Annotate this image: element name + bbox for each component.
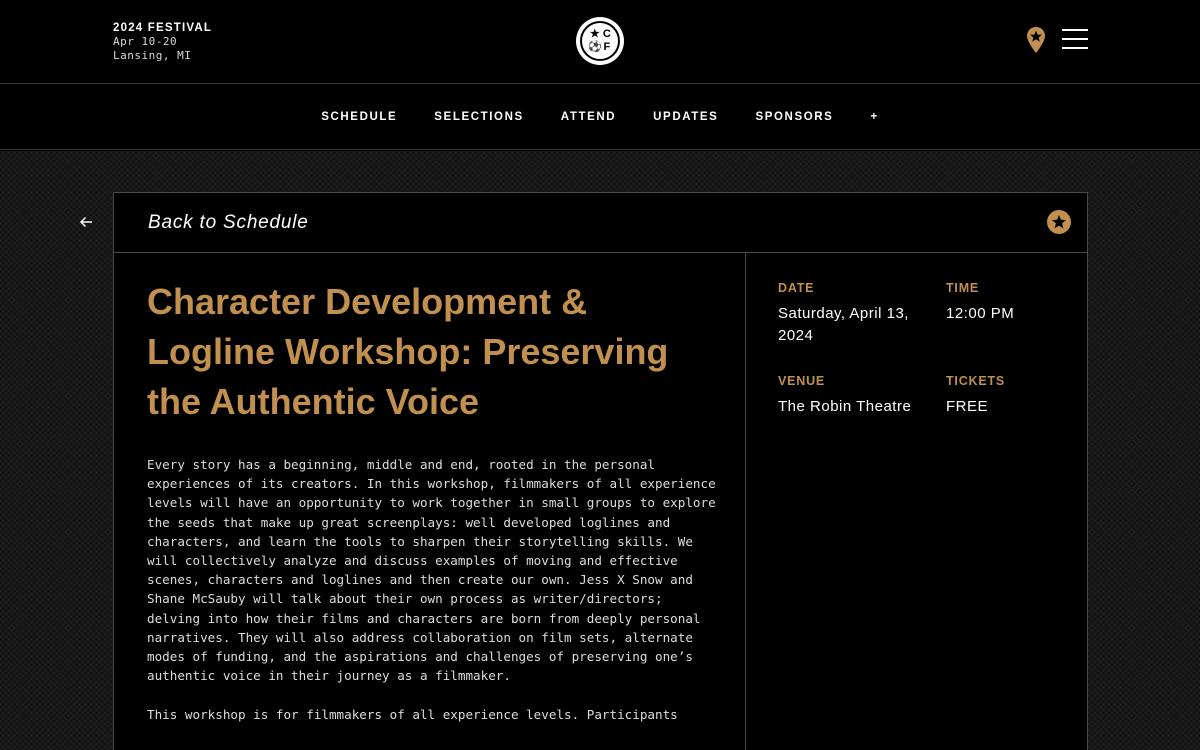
event-card: Back to Schedule Character Development &… — [113, 192, 1088, 750]
hamburger-line — [1062, 47, 1088, 49]
main-nav: SCHEDULE SELECTIONS ATTEND UPDATES SPONS… — [0, 84, 1200, 150]
logo-letter-f: F — [603, 41, 611, 53]
festival-title: 2024 FESTIVAL — [113, 22, 213, 34]
meta-time: TIME 12:00 PM — [946, 281, 1066, 325]
festival-info: 2024 FESTIVAL Apr 10-20 Lansing, MI — [113, 21, 212, 63]
hamburger-line — [1062, 38, 1088, 40]
time-label: TIME — [946, 281, 980, 295]
back-to-schedule-link[interactable]: Back to Schedule — [148, 212, 309, 234]
tickets-value: FREE — [946, 398, 989, 415]
time-value: 12:00 PM — [946, 305, 1015, 322]
description-paragraph: Every story has a beginning, middle and … — [147, 457, 716, 684]
hamburger-menu-icon[interactable] — [1062, 29, 1088, 49]
venue-value: The Robin Theatre — [778, 398, 912, 415]
logo-letter-c: C — [602, 28, 611, 40]
festival-logo[interactable]: ★ C ⚽ F — [576, 17, 624, 65]
meta-venue: VENUE The Robin Theatre — [778, 374, 938, 418]
card-header: Back to Schedule — [114, 193, 1087, 253]
venue-label: VENUE — [778, 374, 826, 388]
date-label: DATE — [778, 281, 815, 295]
description-paragraph: This workshop is for filmmakers of all e… — [147, 707, 678, 723]
nav-selections[interactable]: SELECTIONS — [434, 111, 523, 123]
logo-mark: ★ C ⚽ F — [580, 21, 620, 61]
event-description: Every story has a beginning, middle and … — [147, 455, 717, 745]
favorite-star-icon[interactable] — [1047, 210, 1071, 234]
festival-location: Lansing, MI — [113, 49, 192, 62]
nav-attend[interactable]: ATTEND — [561, 111, 616, 123]
festival-dates: Apr 10-20 — [113, 35, 178, 48]
nav-schedule[interactable]: SCHEDULE — [321, 111, 397, 123]
meta-tickets: TICKETS FREE — [946, 374, 1066, 418]
date-value: Saturday, April 13, 2024 — [778, 305, 909, 344]
nav-updates[interactable]: UPDATES — [653, 111, 718, 123]
back-arrow-icon[interactable] — [78, 214, 94, 230]
tickets-label: TICKETS — [946, 374, 1006, 388]
logo-ball: ⚽ — [588, 41, 602, 53]
meta-date: DATE Saturday, April 13, 2024 — [778, 281, 928, 347]
map-pin-icon[interactable] — [1026, 26, 1046, 54]
top-header: 2024 FESTIVAL Apr 10-20 Lansing, MI ★ C … — [0, 0, 1200, 84]
hamburger-line — [1062, 29, 1088, 31]
event-title: Character Development & Logline Workshop… — [147, 281, 669, 422]
nav-more[interactable]: + — [870, 111, 878, 123]
column-divider — [745, 253, 746, 750]
nav-sponsors[interactable]: SPONSORS — [755, 111, 833, 123]
card-body: Character Development & Logline Workshop… — [114, 253, 1087, 750]
logo-star: ★ — [589, 28, 600, 40]
